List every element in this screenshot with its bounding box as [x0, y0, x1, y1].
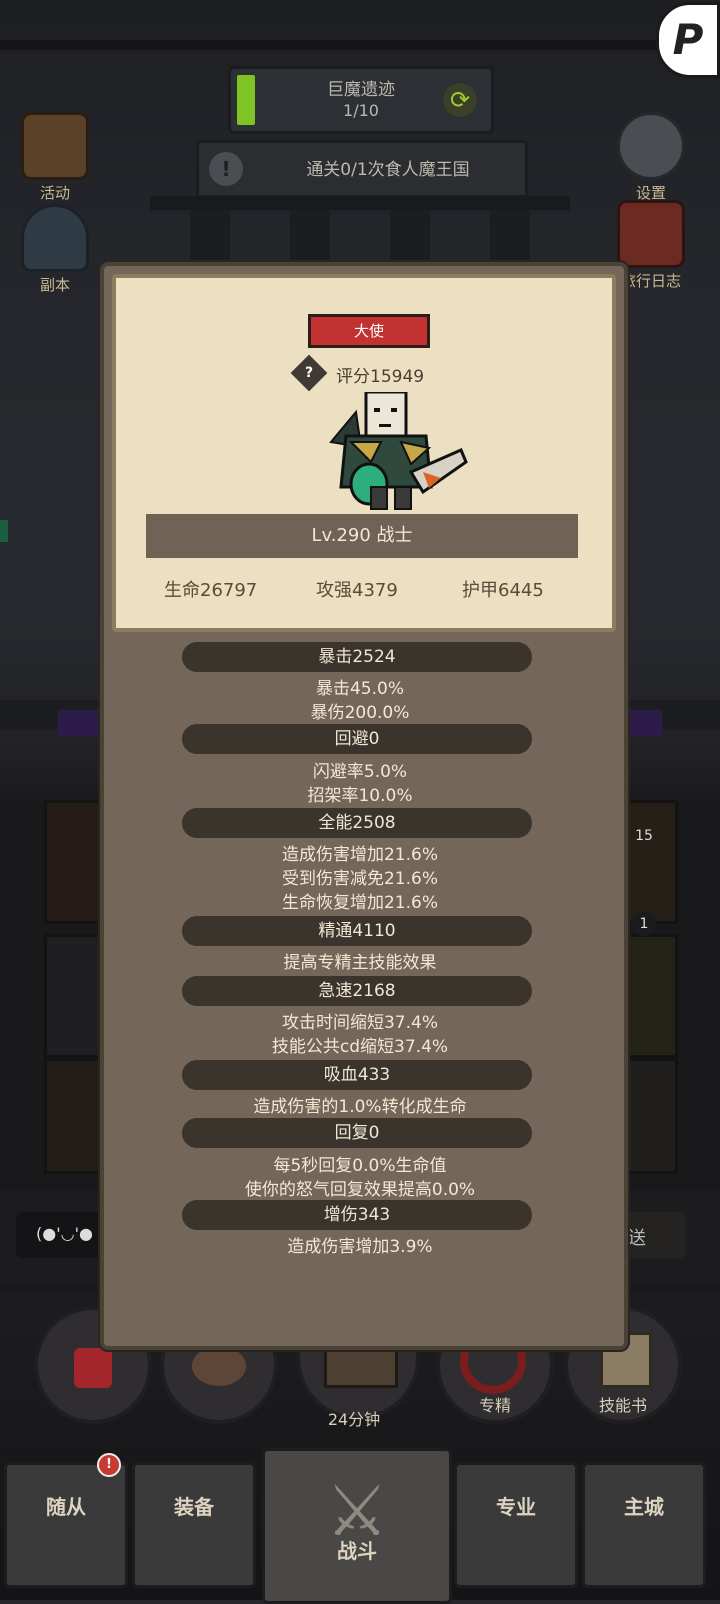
stat-line: 生命恢复增加21.6% — [281, 893, 438, 913]
stat-lifesteal-header: 吸血433 — [182, 1060, 532, 1090]
stat-line: 每5秒回复0.0%生命值 — [273, 1156, 447, 1176]
chat-emoticon: (●'◡'● — [36, 1224, 93, 1243]
notification-badge-icon: ! — [97, 1453, 121, 1477]
rank-badge: 大使 — [308, 314, 430, 348]
stat-crit-header: 暴击2524 — [182, 642, 532, 672]
stat-line: 技能公共cd缩短37.4% — [271, 1037, 449, 1057]
skillbook-label: 技能书 — [598, 1396, 647, 1415]
app-logo-button[interactable]: P — [656, 2, 720, 78]
tab-main-city-label: 主城 — [624, 1495, 664, 1519]
specialization-label: 专精 — [478, 1396, 511, 1415]
stat-line: 造成伤害增加3.9% — [287, 1237, 433, 1257]
stat-line: 招架率10.0% — [307, 786, 413, 806]
chest-timer: 24分钟 — [327, 1410, 381, 1429]
activity-label: 活动 — [39, 184, 70, 202]
item-count-badge: 15 — [635, 828, 653, 844]
item-count-badge: 1 — [632, 912, 656, 936]
stat-regen-header: 回复0 — [182, 1118, 532, 1148]
hero-stats-panel: 大使 ? 评分15949 Lv.290 战士 生命26797 攻强4379 护甲… — [100, 262, 628, 1350]
book-icon — [617, 200, 685, 268]
scroll-icon — [21, 112, 89, 180]
potion-icon — [74, 1348, 112, 1388]
stat-haste-header: 急速2168 — [182, 976, 532, 1006]
hero-hp: 生命26797 — [164, 580, 258, 601]
gear-icon — [617, 112, 685, 180]
stat-line: 闪避率5.0% — [312, 762, 408, 782]
hero-armor: 护甲6445 — [462, 580, 544, 601]
stat-versatility-header: 全能2508 — [182, 808, 532, 838]
stat-line: 提高专精主技能效果 — [283, 953, 437, 973]
stat-line: 攻击时间缩短37.4% — [281, 1013, 438, 1033]
tab-battle-label: 战斗 — [337, 1539, 377, 1563]
hero-score: 评分15949 — [336, 367, 425, 387]
stat-damage-bonus-header: 增伤343 — [182, 1200, 532, 1230]
stat-line: 造成伤害的1.0%转化成生命 — [253, 1097, 467, 1117]
bread-icon — [192, 1346, 246, 1386]
score-row[interactable]: ? 评分15949 — [290, 354, 456, 392]
stat-line: 造成伤害增加21.6% — [281, 845, 438, 865]
tab-profession[interactable]: 专业 — [454, 1462, 578, 1588]
tab-followers[interactable]: 随从 ! — [4, 1453, 128, 1588]
dungeon-button[interactable]: 副本 — [10, 204, 100, 295]
hero-attack-power: 攻强4379 — [316, 580, 398, 601]
tab-equipment[interactable]: 装备 — [132, 1462, 256, 1588]
activity-button[interactable]: 活动 — [10, 112, 100, 203]
tab-main-city[interactable]: 主城 — [582, 1462, 706, 1588]
tab-equipment-label: 装备 — [174, 1495, 214, 1519]
quest-tracker[interactable]: 巨魔遗迹 1/10 ⟳ — [228, 66, 494, 134]
portal-icon — [21, 204, 89, 272]
dungeon-label: 副本 — [39, 276, 70, 294]
tab-battle[interactable]: ⚔ 战斗 — [262, 1448, 452, 1604]
tab-profession-label: 专业 — [496, 1495, 536, 1519]
stat-mastery-header: 精通4110 — [182, 916, 532, 946]
tab-followers-label: 随从 — [46, 1495, 86, 1519]
alert-icon: ! — [209, 152, 243, 186]
stat-avoidance-header: 回避0 — [182, 724, 532, 754]
warrior-hero-portrait — [329, 392, 468, 510]
stat-line: 受到伤害减免21.6% — [281, 869, 438, 889]
question-mark-icon: ? — [304, 365, 314, 381]
settings-button[interactable]: 设置 — [606, 112, 696, 203]
hero-card: 大使 ? 评分15949 Lv.290 战士 生命26797 攻强4379 护甲… — [112, 274, 616, 632]
stat-line: 使你的怒气回复效果提高0.0% — [244, 1180, 476, 1200]
quest-objective-text: 通关0/1次食人魔王国 — [306, 160, 470, 180]
refresh-icon[interactable]: ⟳ — [443, 83, 477, 117]
quest-objective[interactable]: ! 通关0/1次食人魔王国 — [196, 140, 528, 198]
level-class-band: Lv.290 战士 — [146, 514, 578, 558]
stat-line: 暴击45.0% — [315, 679, 404, 699]
stat-line: 暴伤200.0% — [310, 703, 410, 723]
